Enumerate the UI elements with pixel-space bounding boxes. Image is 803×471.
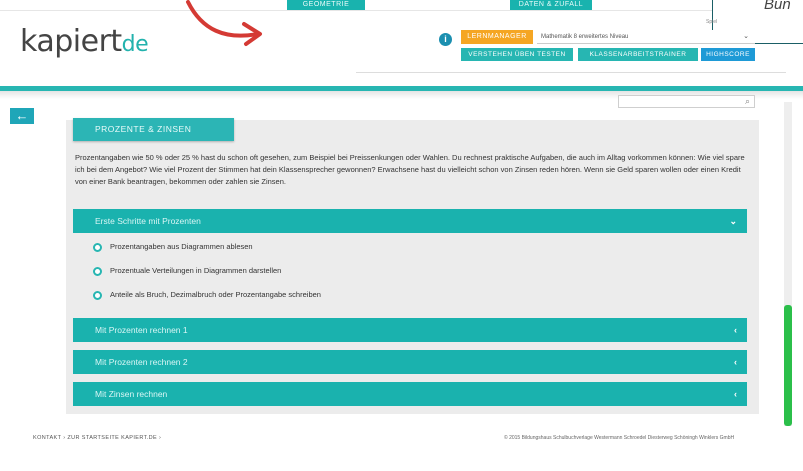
bullet-icon: [93, 266, 102, 276]
accordion-zinsen-rechnen[interactable]: Mit Zinsen rechnen ‹: [73, 382, 747, 406]
kapiert-logo[interactable]: kapiertde: [20, 24, 149, 59]
chevron-left-icon: ‹: [734, 389, 737, 399]
spiel-text[interactable]: Spiel: [706, 19, 717, 25]
accordion-label: Mit Prozenten rechnen 2: [95, 357, 188, 367]
chevron-left-icon: ‹: [734, 325, 737, 335]
chevron-down-icon: ⌄: [729, 216, 737, 226]
nav-highscore[interactable]: HIGHSCORE: [701, 48, 755, 61]
nav-klassenarbeitstrainer[interactable]: KLASSENARBEITSTRAINER: [578, 48, 698, 61]
top-tab-daten-zufall[interactable]: DATEN & ZUFALL: [510, 0, 592, 10]
list-item[interactable]: Prozentangaben aus Diagrammen ablesen: [93, 241, 253, 253]
lernmanager-button[interactable]: LERNMANAGER: [461, 30, 533, 44]
red-arrow-icon: [186, 0, 262, 46]
course-select[interactable]: Mathematik 8 erweitertes Niveau ⌄: [537, 30, 755, 44]
chevron-down-icon: ⌄: [743, 33, 749, 40]
bullet-icon: [93, 242, 102, 252]
top-tab-geometrie[interactable]: GEOMETRIE: [287, 0, 365, 10]
list-item-label: Anteile als Bruch, Dezimalbruch oder Pro…: [110, 290, 321, 299]
nav-verstehen-ueben-testen[interactable]: VERSTEHEN ÜBEN TESTEN: [461, 48, 573, 61]
accordion-prozenten-rechnen-1[interactable]: Mit Prozenten rechnen 1 ‹: [73, 318, 747, 342]
scrollbar-thumb[interactable]: [784, 305, 792, 426]
header-divider: [356, 72, 786, 73]
search-input[interactable]: [618, 95, 755, 108]
logo-main-text: kapiert: [20, 24, 122, 59]
logo-suffix-text: de: [121, 32, 149, 57]
accordion-label: Erste Schritte mit Prozenten: [95, 216, 201, 226]
back-arrow-icon[interactable]: ←: [10, 108, 34, 124]
search-icon[interactable]: ⌕: [745, 96, 750, 107]
accordion-label: Mit Prozenten rechnen 1: [95, 325, 188, 335]
course-select-value: Mathematik 8 erweitertes Niveau: [541, 34, 629, 40]
section-intro: Prozentangaben wie 50 % oder 25 % hast d…: [75, 153, 745, 186]
chevron-left-icon: ‹: [734, 357, 737, 367]
footer-copyright: © 2015 Bildungshaus Schulbuchverlage Wes…: [504, 435, 735, 441]
callout-text: Bun: [764, 0, 791, 13]
list-item[interactable]: Anteile als Bruch, Dezimalbruch oder Pro…: [93, 289, 321, 301]
bullet-icon: [93, 290, 102, 300]
accordion-prozenten-rechnen-2[interactable]: Mit Prozenten rechnen 2 ‹: [73, 350, 747, 374]
list-item-label: Prozentangaben aus Diagrammen ablesen: [110, 242, 253, 251]
list-item-label: Prozentuale Verteilungen in Diagrammen d…: [110, 266, 282, 275]
top-strip: [0, 0, 803, 11]
accordion-erste-schritte[interactable]: Erste Schritte mit Prozenten ⌄: [73, 209, 747, 233]
accordion-label: Mit Zinsen rechnen: [95, 389, 168, 399]
list-item[interactable]: Prozentuale Verteilungen in Diagrammen d…: [93, 265, 281, 277]
info-icon[interactable]: i: [439, 33, 452, 46]
section-title: PROZENTE & ZINSEN: [73, 118, 234, 141]
footer-links[interactable]: KONTAKT › ZUR STARTSEITE KAPIERT.DE ›: [33, 435, 161, 441]
